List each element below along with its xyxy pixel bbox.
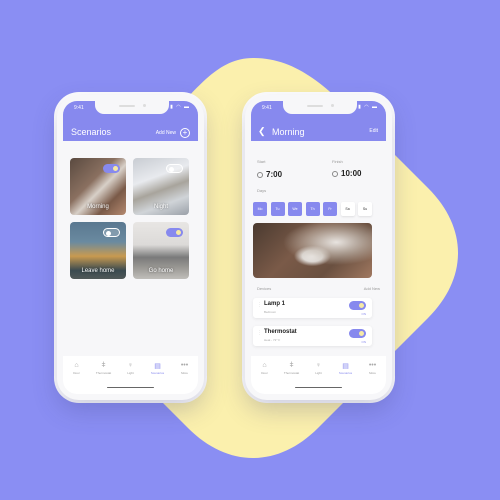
lock-icon: ⌂ [74,362,79,369]
page-title: Morning [272,127,305,137]
lock-icon: ⌂ [262,362,267,369]
home-indicator [295,386,342,388]
header-bar: 9:41 ▮ ◠ ▬ ❮ Morning Edit [251,101,386,141]
notch [283,101,357,114]
clock-icon [257,171,263,178]
phone-scenarios: 9:41 ▮ ◠ ▬ Scenarios Add New + Morning N… [57,95,204,400]
day-tu[interactable]: Tu [270,202,285,216]
day-fr[interactable]: Fr [323,202,337,216]
scenario-toggle[interactable] [103,228,120,237]
scenario-card-night[interactable]: Night [133,158,189,215]
tab-more[interactable]: ••• More [361,362,385,375]
device-subtitle: Heat - 72° F [264,338,281,342]
day-we[interactable]: We [288,202,302,216]
scenario-hero-image [253,223,372,278]
more-icon: ••• [180,362,189,369]
day-sa[interactable]: Sa [340,202,355,216]
scenario-label: Morning [87,204,109,210]
tab-bar: ⌂ Door ǂ Thermostat ♀ Light ▤ Scenarios ••• M… [251,356,386,394]
scenario-toggle[interactable] [166,228,183,237]
scenario-card-leave-home[interactable]: Leave home [70,222,126,279]
devices-add-new-button[interactable]: Add New [364,286,380,291]
add-new-label: Add New [155,130,176,136]
device-row-thermostat[interactable]: ⋮ Thermostat Heat - 72° F ON [253,326,372,346]
scenario-label: Leave home [81,268,115,274]
day-th[interactable]: Th [305,202,320,216]
phone-morning-detail: 9:41 ▮ ◠ ▬ ❮ Morning Edit Start 7:00 Fin… [245,95,392,400]
day-selector: Mo Tu We Th Fr Sa Su [253,202,372,216]
thermometer-icon: ǂ [101,362,106,369]
device-state: ON [361,312,367,316]
tab-more[interactable]: ••• More [173,362,197,375]
tab-bar: ⌂ Door ǂ Thermostat ♀ Light ▤ Scenarios ••• M… [63,356,198,394]
lightbulb-icon: ♀ [315,362,322,369]
chevron-left-icon[interactable]: ❮ [258,126,266,137]
device-name: Thermostat [264,329,297,335]
tab-door[interactable]: ⌂ Door [65,362,89,375]
tab-scenarios[interactable]: ▤ Scenarios [334,362,358,375]
notch [95,101,169,114]
scenarios-icon: ▤ [154,363,161,370]
day-mo[interactable]: Mo [253,202,267,216]
scenario-label: Go home [148,268,174,274]
status-icons: ▮ ◠ ▬ [358,104,378,110]
scenarios-icon: ▤ [342,363,349,370]
days-label: Days [257,188,267,193]
finish-label: Finish [332,159,343,164]
drag-handle-icon[interactable]: ⋮ [257,331,262,336]
device-subtitle: Bedroom [264,310,277,314]
scenario-card-go-home[interactable]: Go home [133,222,189,279]
lightbulb-icon: ♀ [127,362,134,369]
scenario-toggle[interactable] [166,164,183,173]
tab-thermostat[interactable]: ǂ Thermostat [92,362,116,375]
tab-door[interactable]: ⌂ Door [253,362,277,375]
edit-button[interactable]: Edit [369,128,378,134]
tab-scenarios[interactable]: ▤ Scenarios [146,362,170,375]
home-indicator [107,386,154,388]
status-icons: ▮ ◠ ▬ [170,104,190,110]
finish-time[interactable]: 10:00 [332,169,361,178]
device-toggle[interactable] [349,301,366,310]
page-title: Scenarios [71,127,112,137]
start-time[interactable]: 7:00 [257,170,282,179]
tab-thermostat[interactable]: ǂ Thermostat [280,362,304,375]
scenario-grid: Morning Night Leave home Go home [70,158,189,279]
device-row-lamp[interactable]: ⋮ Lamp 1 Bedroom ON [253,298,372,318]
thermometer-icon: ǂ [289,362,294,369]
add-new-button[interactable]: Add New + [156,128,190,138]
drag-handle-icon[interactable]: ⋮ [257,303,262,308]
scenario-label: Night [153,204,168,210]
device-toggle[interactable] [349,329,366,338]
tab-light[interactable]: ♀ Light [307,362,331,375]
device-state: ON [361,340,367,344]
header-bar: 9:41 ▮ ◠ ▬ Scenarios Add New + [63,101,198,141]
more-icon: ••• [368,362,377,369]
scenario-toggle[interactable] [103,164,120,173]
scenario-card-morning[interactable]: Morning [70,158,126,215]
device-name: Lamp 1 [264,301,286,307]
start-label: Start [257,159,266,164]
devices-label: Devices [257,286,272,291]
day-su[interactable]: Su [358,202,372,216]
tab-light[interactable]: ♀ Light [119,362,143,375]
clock-icon [332,170,338,177]
plus-circle-icon: + [180,128,190,138]
status-time: 9:41 [74,105,84,111]
status-time: 9:41 [262,105,272,111]
